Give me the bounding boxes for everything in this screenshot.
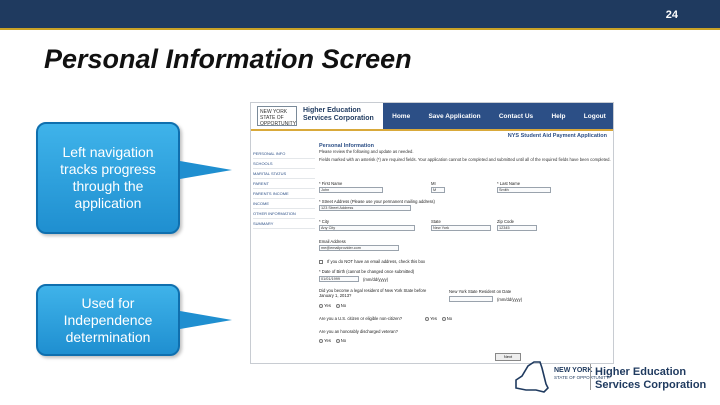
veteran-question: Are you an honorably discharged veteran? xyxy=(319,329,398,334)
last-name-input[interactable]: Smith xyxy=(497,187,551,193)
veteran-no-radio[interactable] xyxy=(335,338,340,343)
resident-no-label: No xyxy=(340,303,347,308)
callout-left-navigation: Left navigation tracks progress through … xyxy=(36,122,180,234)
dob-label: * Date of Birth (cannot be changed once … xyxy=(319,269,415,274)
intro-text: Please review the following and update a… xyxy=(319,149,414,154)
slide-title: Personal Information Screen xyxy=(44,44,412,74)
left-nav-item[interactable]: Schools xyxy=(253,159,315,169)
callout-arrow xyxy=(180,161,232,179)
state-select[interactable]: New York xyxy=(431,225,491,231)
citizen-no-label: No xyxy=(446,316,453,321)
nav-save-application[interactable]: Save Application xyxy=(428,113,480,120)
veteran-no-label: No xyxy=(340,338,347,343)
first-name-label: * First Name xyxy=(319,181,343,186)
citizen-question: Are you a U.S. citizen or eligible non-c… xyxy=(319,316,403,321)
citizen-yes-label: Yes xyxy=(430,316,437,321)
org-name-line1: Higher Education xyxy=(303,107,361,114)
left-nav-item[interactable]: Marital Status xyxy=(253,169,315,179)
app-header: NEW YORK STATE OF OPPORTUNITY Higher Edu… xyxy=(251,103,613,129)
nav-help[interactable]: Help xyxy=(551,113,565,120)
city-label: * City xyxy=(319,219,330,224)
footer-org-line1: Higher Education xyxy=(595,366,687,378)
street-input[interactable]: 123 Street Address xyxy=(319,205,411,211)
veteran-options: Yes No xyxy=(319,338,346,343)
citizen-options: Yes No xyxy=(425,316,452,321)
resident-no-radio[interactable] xyxy=(335,303,340,308)
no-email-checkbox[interactable] xyxy=(319,260,323,264)
left-nav-item[interactable]: Personal Info xyxy=(253,149,315,159)
top-bar-accent xyxy=(0,28,720,30)
street-label: * Street Address (Please use your perman… xyxy=(319,199,435,204)
mi-label: MI xyxy=(431,181,436,186)
zip-input[interactable]: 12345 xyxy=(497,225,537,231)
left-nav-item[interactable]: Other Information xyxy=(253,209,315,219)
nav-home[interactable]: Home xyxy=(392,113,410,120)
resident-options: Yes No xyxy=(319,303,346,308)
email-label: Email Address xyxy=(319,239,346,244)
app-nav-bar: Home Save Application Contact Us Help Lo… xyxy=(383,103,613,129)
citizen-yes-radio[interactable] xyxy=(425,316,429,321)
callout-independence: Used for Independence determination xyxy=(36,284,180,356)
header-accent xyxy=(251,129,613,131)
left-nav-item[interactable]: Parent xyxy=(253,179,315,189)
footer-state-name: NEW YORK xyxy=(554,367,593,374)
left-nav-item[interactable]: Summary xyxy=(253,219,315,229)
veteran-yes-label: Yes xyxy=(324,338,331,343)
last-name-label: * Last Name xyxy=(497,181,521,186)
footer-divider xyxy=(590,364,591,390)
footer-logo: NEW YORK STATE OF OPPORTUNITY. Higher Ed… xyxy=(510,358,710,398)
no-email-label: If you do NOT have an email address, che… xyxy=(327,259,426,264)
zip-label: Zip Code xyxy=(497,219,514,224)
nav-contact-us[interactable]: Contact Us xyxy=(499,113,533,120)
application-screenshot: NEW YORK STATE OF OPPORTUNITY Higher Edu… xyxy=(250,102,614,364)
resident-question: Did you become a legal resident of New Y… xyxy=(319,288,427,298)
callout-arrow xyxy=(180,311,232,329)
app-org-name: Higher Education Services Corporation xyxy=(303,107,374,123)
left-nav-item[interactable]: Parents Income xyxy=(253,189,315,199)
left-navigation: Personal Info Schools Marital Status Par… xyxy=(253,149,315,229)
org-name-line2: Services Corporation xyxy=(303,115,374,122)
footer-org-name: Higher Education Services Corporation xyxy=(595,366,706,392)
footer-org-line2: Services Corporation xyxy=(595,379,707,391)
resident-date-label: New York State Resident on Date xyxy=(449,289,512,294)
resident-yes-label: Yes xyxy=(324,303,331,308)
email-input[interactable]: me@emailprovider.com xyxy=(319,245,399,251)
left-nav-item[interactable]: Income xyxy=(253,199,315,209)
citizen-no-radio[interactable] xyxy=(441,316,446,321)
ny-state-map-icon xyxy=(515,361,549,393)
dob-input[interactable]: 01/01/1999 xyxy=(319,276,359,282)
first-name-input[interactable]: John xyxy=(319,187,383,193)
resident-date-format: (mm/dd/yyyy) xyxy=(497,297,523,302)
resident-yes-radio[interactable] xyxy=(319,303,323,308)
form-title: NYS Student Aid Payment Application xyxy=(507,133,607,139)
required-note: Fields marked with an asterisk (*) are r… xyxy=(319,156,611,162)
mi-input[interactable]: M xyxy=(431,187,445,193)
top-bar xyxy=(0,0,720,28)
veteran-yes-radio[interactable] xyxy=(319,338,323,343)
slide-number: 24 xyxy=(665,9,678,21)
nav-logout[interactable]: Logout xyxy=(584,113,606,120)
personal-info-form: Personal Information Please review the f… xyxy=(319,143,611,343)
resident-date-input[interactable] xyxy=(449,296,493,302)
ny-state-logo: NEW YORK STATE OF OPPORTUNITY xyxy=(257,106,297,127)
city-input[interactable]: Any City xyxy=(319,225,415,231)
state-label: State xyxy=(431,219,441,224)
dob-format: (mm/dd/yyyy) xyxy=(363,277,389,282)
